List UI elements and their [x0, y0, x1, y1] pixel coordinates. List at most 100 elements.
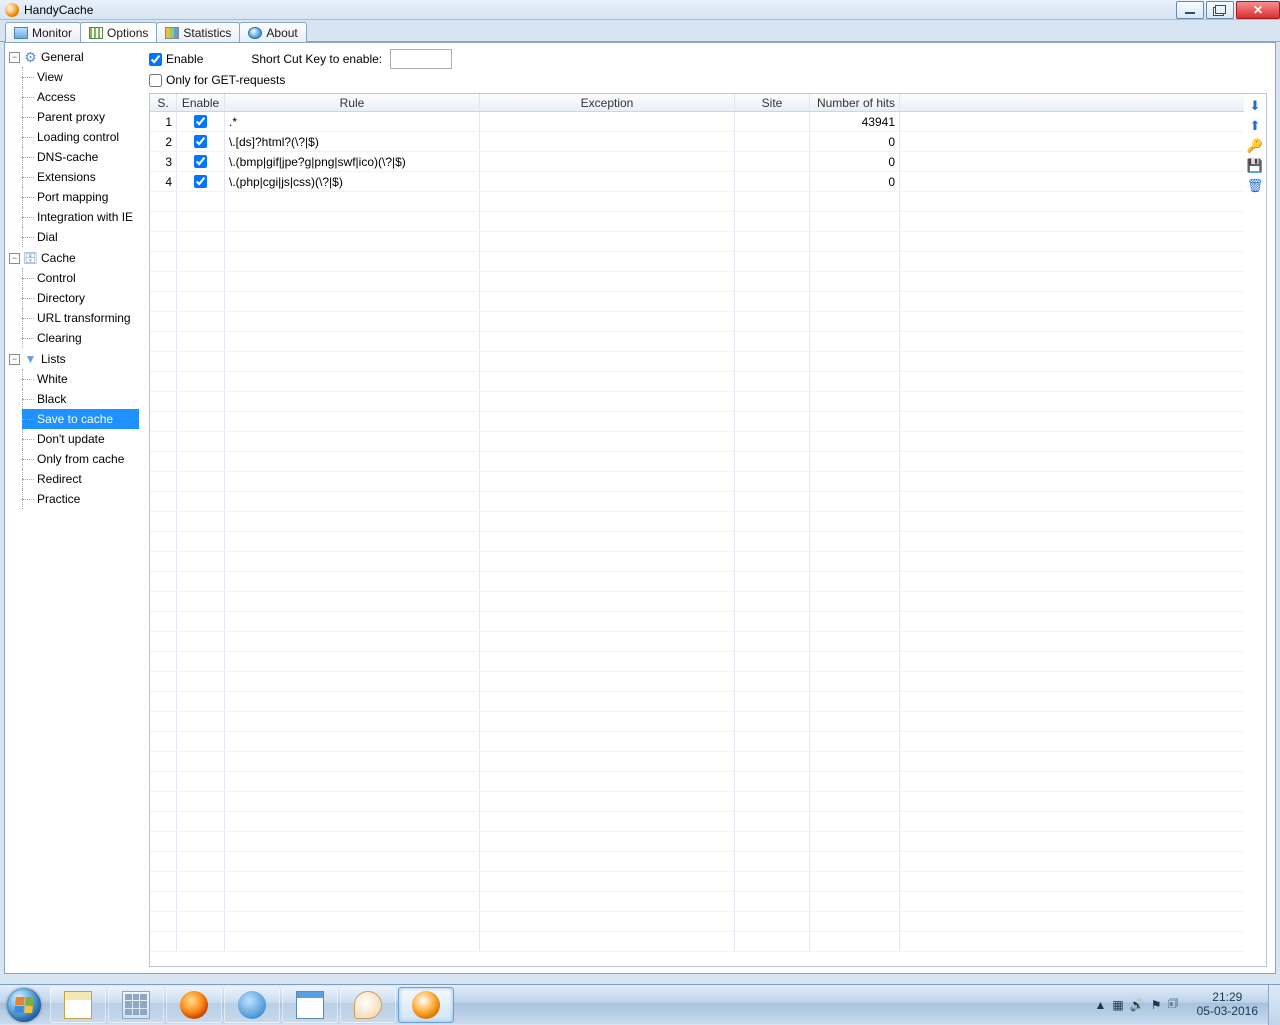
task-paint[interactable] [340, 987, 396, 1023]
table-row[interactable]: 4\.(php|cgi|js|css)(\?|$)0 [150, 172, 1244, 192]
collapse-icon[interactable]: − [9, 253, 20, 264]
window-title: HandyCache [24, 3, 93, 17]
tree-label: General [41, 50, 84, 64]
tree-item[interactable]: View [22, 67, 139, 87]
table-row-empty [150, 832, 1244, 852]
firefox-icon [180, 991, 208, 1019]
collapse-icon[interactable]: − [9, 52, 20, 63]
tree-item[interactable]: DNS-cache [22, 147, 139, 167]
row-enable-checkbox[interactable] [194, 115, 207, 128]
key-icon[interactable]: 🔑 [1247, 138, 1263, 154]
cell-serial: 4 [150, 172, 177, 191]
task-notes[interactable] [50, 987, 106, 1023]
start-button[interactable] [0, 985, 48, 1025]
cell-site [735, 132, 810, 151]
flag-icon[interactable]: ⚑ [1151, 998, 1162, 1012]
options-icon [89, 27, 103, 39]
col-rule[interactable]: Rule [225, 94, 480, 111]
task-app2[interactable] [282, 987, 338, 1023]
table-row-empty [150, 652, 1244, 672]
show-desktop-button[interactable] [1268, 985, 1280, 1025]
enable-label: Enable [166, 52, 203, 66]
tree-node-cache[interactable]: − 🗄 Cache [7, 248, 139, 268]
tree-item[interactable]: Directory [22, 288, 139, 308]
task-calc[interactable] [108, 987, 164, 1023]
tab-options[interactable]: Options [80, 22, 157, 42]
col-exception[interactable]: Exception [480, 94, 735, 111]
cell-enable[interactable] [177, 152, 225, 171]
tree-item[interactable]: Integration with IE [22, 207, 139, 227]
cell-enable[interactable] [177, 112, 225, 131]
cell-enable[interactable] [177, 172, 225, 191]
tree-item[interactable]: Redirect [22, 469, 139, 489]
tree-item[interactable]: Dial [22, 227, 139, 247]
table-row-empty [150, 692, 1244, 712]
only-get-checkbox[interactable]: Only for GET-requests [149, 73, 285, 87]
battery-icon[interactable]: 🗊 [1167, 994, 1178, 1015]
down-arrow-icon[interactable]: ⬇ [1247, 98, 1263, 114]
palette-icon [354, 991, 382, 1019]
tree-item[interactable]: Only from cache [22, 449, 139, 469]
table-row-empty [150, 532, 1244, 552]
collapse-icon[interactable]: − [9, 354, 20, 365]
title-bar: HandyCache [0, 0, 1280, 20]
tree-item[interactable]: Black [22, 389, 139, 409]
task-app1[interactable] [224, 987, 280, 1023]
app-icon [5, 3, 19, 17]
up-arrow-icon[interactable]: ⬆ [1247, 118, 1263, 134]
tree-item[interactable]: Extensions [22, 167, 139, 187]
main-pane: Enable Short Cut Key to enable: Only for… [141, 43, 1275, 973]
cell-rule: \.(bmp|gif|jpe?g|png|swf|ico)(\?|$) [225, 152, 480, 171]
tree-item[interactable]: Loading control [22, 127, 139, 147]
row-enable-checkbox[interactable] [194, 175, 207, 188]
tree-item[interactable]: Don't update [22, 429, 139, 449]
grid-icon[interactable]: ▦ [1112, 998, 1123, 1012]
rules-grid: S. Enable Rule Exception Site Number of … [150, 94, 1244, 966]
table-row-empty [150, 932, 1244, 952]
table-row-empty [150, 492, 1244, 512]
col-site[interactable]: Site [735, 94, 810, 111]
tree-item[interactable]: Clearing [22, 328, 139, 348]
tree-item[interactable]: Port mapping [22, 187, 139, 207]
table-row[interactable]: 2\.[ds]?html?(\?|$)0 [150, 132, 1244, 152]
tree-node-lists[interactable]: − ▼ Lists [7, 349, 139, 369]
delete-icon[interactable]: 🗑 [1247, 178, 1263, 194]
table-row-empty [150, 892, 1244, 912]
tab-label: Statistics [183, 26, 231, 40]
maximize-button[interactable] [1206, 1, 1234, 19]
tree-item[interactable]: Control [22, 268, 139, 288]
table-row-empty [150, 732, 1244, 752]
minimize-button[interactable] [1176, 1, 1204, 19]
enable-checkbox[interactable]: Enable [149, 52, 203, 66]
table-row[interactable]: 3\.(bmp|gif|jpe?g|png|swf|ico)(\?|$)0 [150, 152, 1244, 172]
shortcut-input[interactable] [390, 49, 452, 69]
cell-hits: 0 [810, 132, 900, 151]
tree-item[interactable]: Save to cache [22, 409, 139, 429]
row-enable-checkbox[interactable] [194, 135, 207, 148]
col-serial[interactable]: S. [150, 94, 177, 111]
tree-item[interactable]: Access [22, 87, 139, 107]
tab-statistics[interactable]: Statistics [156, 22, 240, 42]
tree-item[interactable]: White [22, 369, 139, 389]
tree-item[interactable]: URL transforming [22, 308, 139, 328]
save-icon[interactable]: 💾 [1247, 158, 1263, 174]
cell-enable[interactable] [177, 132, 225, 151]
tree-item[interactable]: Parent proxy [22, 107, 139, 127]
tab-monitor[interactable]: Monitor [5, 22, 81, 42]
show-hidden-icon[interactable]: ▲ [1095, 998, 1107, 1012]
task-firefox[interactable] [166, 987, 222, 1023]
table-row[interactable]: 1.*43941 [150, 112, 1244, 132]
tab-about[interactable]: About [239, 22, 306, 42]
clock[interactable]: 21:29 05-03-2016 [1187, 989, 1268, 1021]
handycache-icon [412, 991, 440, 1019]
col-enable[interactable]: Enable [177, 94, 225, 111]
tree-node-general[interactable]: − ⚙ General [7, 47, 139, 67]
tree-item[interactable]: Practice [22, 489, 139, 509]
col-hits[interactable]: Number of hits [810, 94, 900, 111]
speaker-icon[interactable]: 🔊 [1130, 998, 1145, 1012]
close-button[interactable] [1236, 1, 1280, 19]
task-handycache[interactable] [398, 987, 454, 1023]
table-row-empty [150, 232, 1244, 252]
row-enable-checkbox[interactable] [194, 155, 207, 168]
table-row-empty [150, 772, 1244, 792]
